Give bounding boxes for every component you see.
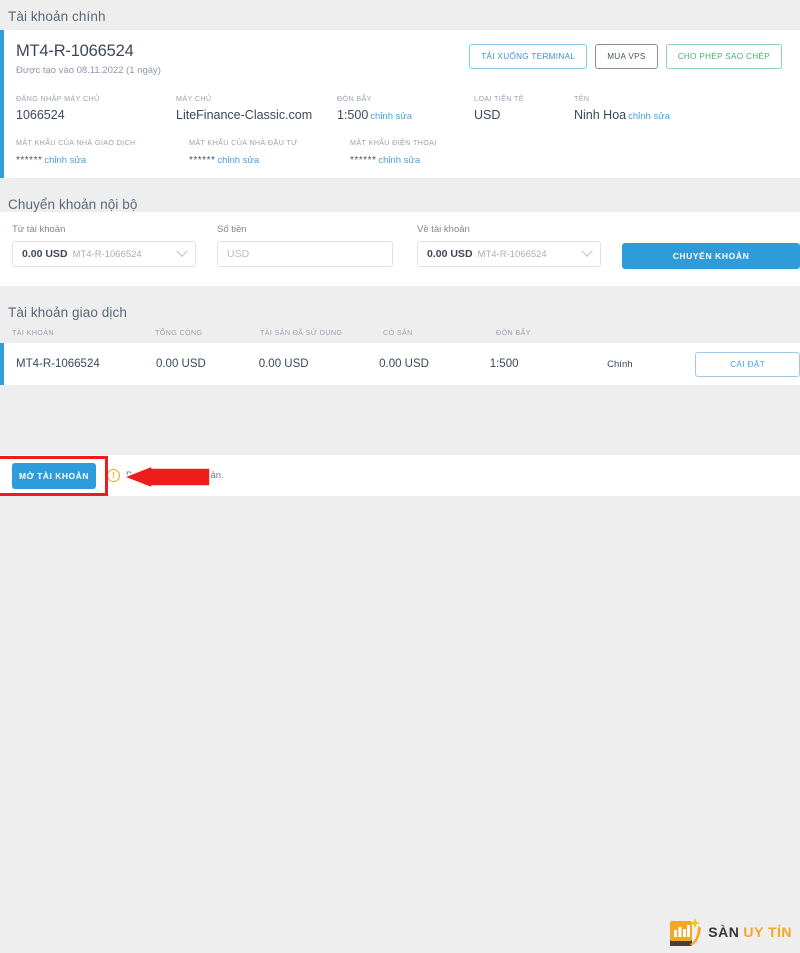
accounts-section-title: Tài khoản giao dịch bbox=[8, 305, 127, 320]
field-trader-password: MẬT KHẨU CỦA NHÀ GIAO DỊCH ****** chỉnh s… bbox=[16, 138, 189, 166]
field-value: 1:500 chỉnh sửa bbox=[337, 108, 474, 122]
field-label: MẬT KHẨU CỦA NHÀ GIAO DỊCH bbox=[16, 138, 136, 147]
field-phone-password: MẬT KHẨU ĐIỆN THOẠI ****** chỉnh sửa bbox=[350, 138, 437, 166]
field-label: MẬT KHẨU CỦA NHÀ ĐẦU TƯ bbox=[189, 138, 298, 147]
field-server-login: ĐĂNG NHẬP MÁY CHỦ 1066524 bbox=[16, 94, 176, 122]
field-value: USD bbox=[474, 108, 574, 122]
table-row[interactable]: MT4-R-1066524 0.00 USD 0.00 USD 0.00 USD… bbox=[0, 343, 800, 385]
brand-name-part2: UY TÍN bbox=[743, 924, 792, 940]
field-label: MÁY CHỦ bbox=[176, 94, 212, 103]
row-settings-button[interactable]: CÀI ĐẶT bbox=[695, 351, 800, 377]
field-label: ĐĂNG NHẬP MÁY CHỦ bbox=[16, 94, 100, 103]
internal-transfer-section: Chuyển khoản nội bộ Từ tài khoản 0.00 US… bbox=[0, 188, 800, 286]
row-available: 0.00 USD bbox=[379, 358, 429, 370]
trader-password-mask: ****** bbox=[16, 155, 43, 166]
from-account-amount: 0.00 USD bbox=[22, 248, 68, 260]
field-value: ****** chỉnh sửa bbox=[350, 152, 437, 166]
brand-logo: SÀN UY TÍN bbox=[668, 915, 792, 949]
from-account-select[interactable]: 0.00 USD MT4-R-1066524 bbox=[12, 241, 196, 267]
column-header-leverage: ĐÒN BẨY bbox=[496, 328, 531, 337]
chart-logo-icon bbox=[668, 916, 702, 948]
from-account-label: Từ tài khoản bbox=[12, 224, 66, 235]
field-label: MẬT KHẨU ĐIỆN THOẠI bbox=[350, 138, 437, 147]
edit-phone-password-link[interactable]: chỉnh sửa bbox=[378, 155, 420, 166]
footer-bar: MỞ TÀI KHOẢN ! Bạn chưa có tài khoản. SÀ… bbox=[0, 455, 800, 946]
main-account-section: Tài khoản chính MT4-R-1066524 Được tạo v… bbox=[0, 0, 800, 178]
investor-password-mask: ****** bbox=[189, 155, 216, 166]
field-value: LiteFinance-Classic.com bbox=[176, 108, 337, 122]
chevron-down-icon bbox=[581, 245, 593, 257]
to-account-select[interactable]: 0.00 USD MT4-R-1066524 bbox=[417, 241, 601, 267]
download-terminal-button[interactable]: TẢI XUỐNG TERMINAL bbox=[469, 44, 588, 69]
field-value: 1066524 bbox=[16, 108, 176, 122]
phone-password-mask: ****** bbox=[350, 155, 377, 166]
field-label: LOẠI TIỀN TỆ bbox=[474, 94, 524, 103]
to-account-amount: 0.00 USD bbox=[427, 248, 473, 260]
logo-svg bbox=[670, 918, 702, 946]
field-label: TÊN bbox=[574, 94, 590, 103]
buy-vps-button[interactable]: MUA VPS bbox=[595, 44, 658, 69]
to-account-label: Về tài khoản bbox=[417, 224, 470, 235]
edit-leverage-link[interactable]: chỉnh sửa bbox=[370, 111, 412, 122]
edit-trader-password-link[interactable]: chỉnh sửa bbox=[44, 155, 86, 166]
transfer-form: Từ tài khoản 0.00 USD MT4-R-1066524 Số t… bbox=[0, 212, 800, 286]
row-used: 0.00 USD bbox=[258, 358, 309, 370]
column-header-total: TỔNG CỘNG bbox=[155, 328, 203, 337]
footer-note: Bạn chưa có tài khoản. bbox=[126, 470, 224, 481]
row-account: MT4-R-1066524 bbox=[16, 358, 100, 370]
from-account-id: MT4-R-1066524 bbox=[72, 248, 142, 260]
field-leverage: ĐÒN BẨY 1:500 chỉnh sửa bbox=[337, 94, 474, 122]
to-account-id: MT4-R-1066524 bbox=[477, 248, 547, 260]
brand-name-part1: SÀN bbox=[708, 924, 740, 940]
column-header-available: CÓ SẴN bbox=[383, 328, 413, 337]
allow-copy-button[interactable]: CHO PHÉP SAO CHÉP bbox=[665, 44, 782, 69]
field-label: ĐÒN BẨY bbox=[337, 94, 372, 103]
transfer-section-title: Chuyển khoản nội bộ bbox=[8, 197, 138, 212]
row-leverage: 1:500 bbox=[489, 358, 519, 370]
account-actions: TẢI XUỐNG TERMINAL MUA VPS CHO PHÉP SAO … bbox=[469, 44, 782, 69]
open-account-button[interactable]: MỞ TÀI KHOẢN bbox=[12, 462, 96, 489]
from-account-group: Từ tài khoản 0.00 USD MT4-R-1066524 bbox=[12, 224, 196, 267]
name-value: Ninh Hoa bbox=[574, 108, 627, 122]
edit-name-link[interactable]: chỉnh sửa bbox=[628, 111, 670, 122]
amount-group: Số tiền USD bbox=[217, 224, 393, 267]
edit-investor-password-link[interactable]: chỉnh sửa bbox=[217, 155, 259, 166]
field-investor-password: MẬT KHẨU CỦA NHÀ ĐẦU TƯ ****** chỉnh sửa bbox=[189, 138, 350, 166]
account-details-row-2: MẬT KHẨU CỦA NHÀ GIAO DỊCH ****** chỉnh s… bbox=[4, 138, 800, 166]
main-account-card: MT4-R-1066524 Được tạo vào 08.11.2022 (1… bbox=[0, 30, 800, 178]
brand-name: SÀN UY TÍN bbox=[708, 924, 792, 940]
amount-placeholder: USD bbox=[227, 248, 250, 260]
account-details-row-1: ĐĂNG NHẬP MÁY CHỦ 1066524 MÁY CHỦ LiteFi… bbox=[4, 94, 800, 122]
amount-input[interactable]: USD bbox=[217, 241, 393, 267]
chevron-down-icon bbox=[176, 245, 188, 257]
transfer-submit-button[interactable]: CHUYỂN KHOẢN bbox=[622, 243, 800, 269]
transfer-submit-wrap: CHUYỂN KHOẢN bbox=[622, 224, 800, 269]
field-value: Ninh Hoa chỉnh sửa bbox=[574, 108, 724, 122]
column-header-account: TÀI KHOẢN bbox=[12, 328, 54, 337]
to-account-group: Về tài khoản 0.00 USD MT4-R-1066524 bbox=[417, 224, 601, 267]
column-header-used: TÀI SẢN ĐÃ SỬ DỤNG bbox=[260, 328, 343, 337]
row-account-type: Chính bbox=[607, 358, 633, 370]
trading-accounts-section: Tài khoản giao dịch TÀI KHOẢN TỔNG CỘNG … bbox=[0, 296, 800, 385]
bottom-strip bbox=[0, 496, 800, 503]
field-name: TÊN Ninh Hoa chỉnh sửa bbox=[574, 94, 724, 122]
server-value: LiteFinance-Classic.com bbox=[176, 108, 313, 122]
accounts-table-header: TÀI KHOẢN TỔNG CỘNG TÀI SẢN ĐÃ SỬ DỤNG C… bbox=[0, 320, 800, 343]
field-server: MÁY CHỦ LiteFinance-Classic.com bbox=[176, 94, 337, 122]
warning-icon: ! bbox=[107, 469, 120, 482]
currency-value: USD bbox=[474, 108, 501, 122]
server-login-value: 1066524 bbox=[16, 108, 65, 122]
amount-label: Số tiền bbox=[217, 224, 247, 235]
row-total: 0.00 USD bbox=[155, 358, 206, 370]
field-value: ****** chỉnh sửa bbox=[16, 152, 189, 166]
field-currency: LOẠI TIỀN TỆ USD bbox=[474, 94, 574, 122]
leverage-value: 1:500 bbox=[337, 108, 369, 122]
field-value: ****** chỉnh sửa bbox=[189, 152, 350, 166]
page-title: Tài khoản chính bbox=[8, 9, 106, 24]
